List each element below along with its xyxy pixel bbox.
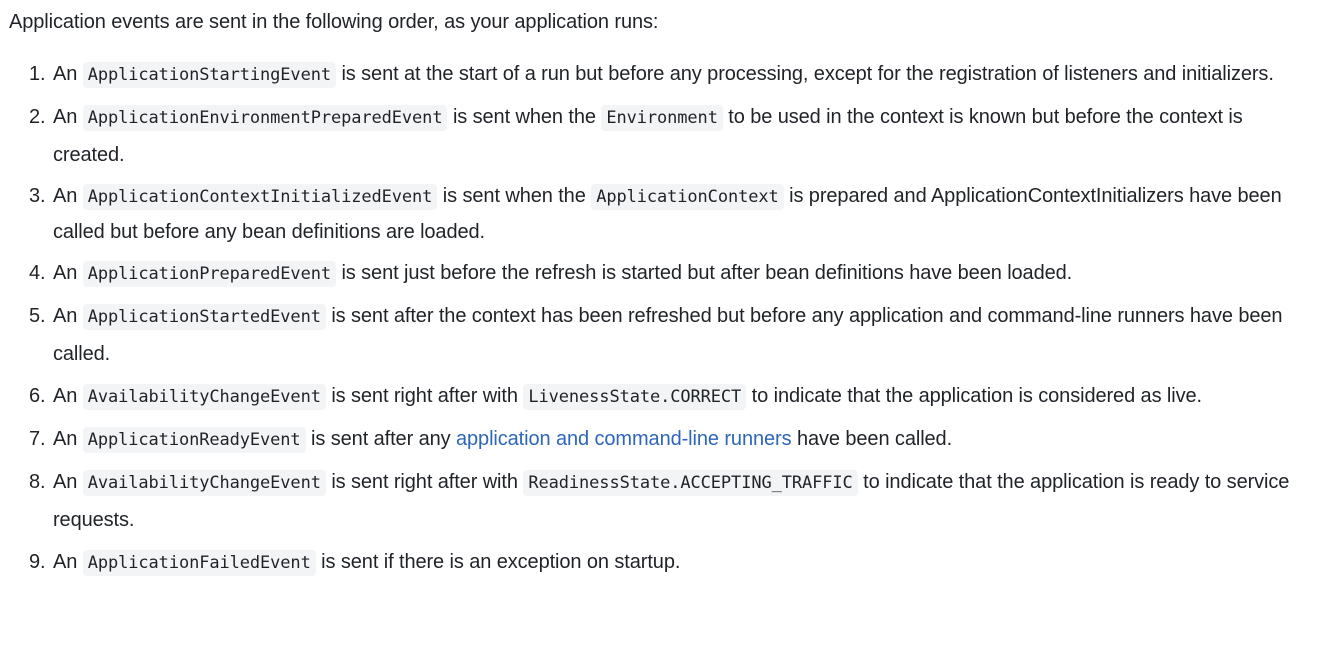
code-span: LivenessState.CORRECT bbox=[523, 384, 747, 410]
list-number: 7. bbox=[29, 428, 46, 450]
list-item-text: An ApplicationContextInitializedEvent is… bbox=[53, 184, 1282, 243]
list-number: 9. bbox=[29, 551, 46, 573]
list-number: 2. bbox=[29, 106, 46, 128]
document-content: Application events are sent in the follo… bbox=[0, 0, 1319, 582]
list-item: 2. An ApplicationEnvironmentPreparedEven… bbox=[9, 99, 1319, 174]
list-item: 8. An AvailabilityChangeEvent is sent ri… bbox=[9, 464, 1319, 539]
code-span: ApplicationReadyEvent bbox=[82, 427, 306, 453]
list-item: 1. An ApplicationStartingEvent is sent a… bbox=[9, 56, 1319, 94]
code-span: ApplicationContextInitializedEvent bbox=[82, 184, 438, 210]
code-span: ApplicationFailedEvent bbox=[82, 550, 316, 576]
list-number: 1. bbox=[29, 63, 46, 85]
intro-paragraph: Application events are sent in the follo… bbox=[9, 11, 659, 33]
list-item-text: An ApplicationStartedEvent is sent after… bbox=[53, 304, 1283, 365]
list-item: 5. An ApplicationStartedEvent is sent af… bbox=[9, 298, 1319, 373]
code-span: ApplicationPreparedEvent bbox=[82, 261, 336, 287]
list-number: 5. bbox=[29, 305, 46, 327]
list-number: 8. bbox=[29, 471, 46, 493]
code-span: ApplicationContext bbox=[591, 184, 784, 210]
event-list: 1. An ApplicationStartingEvent is sent a… bbox=[9, 56, 1319, 582]
code-span: ApplicationStartedEvent bbox=[82, 304, 326, 330]
code-span: ApplicationStartingEvent bbox=[82, 62, 336, 88]
code-span: ReadinessState.ACCEPTING_TRAFFIC bbox=[523, 470, 858, 496]
list-item-text: An ApplicationReadyEvent is sent after a… bbox=[53, 421, 1319, 459]
code-span: AvailabilityChangeEvent bbox=[82, 470, 326, 496]
code-span: Environment bbox=[601, 105, 723, 131]
list-item-text: An ApplicationFailedEvent is sent if the… bbox=[53, 544, 1319, 582]
runners-link[interactable]: application and command-line runners bbox=[456, 428, 792, 450]
list-item-text: An AvailabilityChangeEvent is sent right… bbox=[53, 378, 1319, 416]
list-item: 9. An ApplicationFailedEvent is sent if … bbox=[9, 544, 1319, 582]
list-item-text: An AvailabilityChangeEvent is sent right… bbox=[53, 470, 1290, 531]
list-item: 4. An ApplicationPreparedEvent is sent j… bbox=[9, 255, 1319, 293]
list-item: 3. An ApplicationContextInitializedEvent… bbox=[9, 179, 1319, 250]
list-number: 6. bbox=[29, 385, 46, 407]
list-number: 4. bbox=[29, 262, 46, 284]
list-item: 6. An AvailabilityChangeEvent is sent ri… bbox=[9, 378, 1319, 416]
list-item-text: An ApplicationStartingEvent is sent at t… bbox=[53, 56, 1319, 94]
list-number: 3. bbox=[29, 185, 46, 207]
list-item-text: An ApplicationEnvironmentPreparedEvent i… bbox=[53, 105, 1243, 166]
list-item-text: An ApplicationPreparedEvent is sent just… bbox=[53, 255, 1319, 293]
code-span: ApplicationEnvironmentPreparedEvent bbox=[82, 105, 448, 131]
code-span: AvailabilityChangeEvent bbox=[82, 384, 326, 410]
list-item: 7. An ApplicationReadyEvent is sent afte… bbox=[9, 421, 1319, 459]
